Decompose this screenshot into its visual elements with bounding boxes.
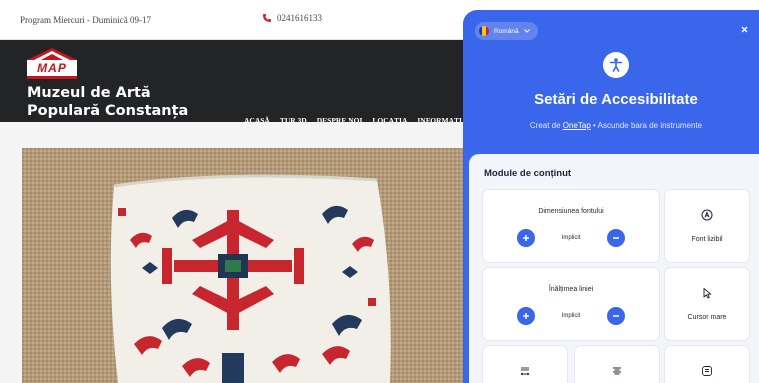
- phone-contact[interactable]: 0241616133: [262, 13, 322, 23]
- logo-underline: [27, 76, 77, 79]
- font-size-value: Implicit: [561, 235, 581, 241]
- big-cursor-label: Cursor mare: [687, 314, 727, 321]
- line-height-value: Implicit: [561, 313, 581, 319]
- phone-icon: [263, 14, 271, 22]
- opening-hours: Program Miercuri - Duminică 09-17: [20, 15, 151, 25]
- site-name[interactable]: Muzeul de Artă Populară Constanța: [27, 84, 188, 120]
- letter-spacing-card[interactable]: [483, 346, 567, 383]
- minus-icon: [612, 237, 619, 239]
- close-icon: [741, 26, 747, 32]
- panel-title: Setări de Accesibilitate: [534, 91, 698, 108]
- embroidered-pillow-photo: [22, 148, 463, 383]
- logo-text: MAP: [27, 60, 77, 76]
- readable-font-label: Font lizibil: [691, 236, 723, 243]
- logo-roof-icon: [27, 48, 77, 60]
- font-size-card: Dimensiunea fontului Implicit: [483, 190, 659, 262]
- museum-logo[interactable]: MAP: [27, 48, 77, 80]
- accessibility-badge: [603, 52, 629, 78]
- pillow-image: [22, 148, 463, 383]
- line-height-stepper: Implicit: [517, 307, 625, 325]
- subtitle-prefix: Creat de: [529, 121, 563, 130]
- panel-subtitle: Creat de OneTap • Ascunde bara de instru…: [463, 121, 759, 130]
- minus-icon: [612, 315, 619, 317]
- plus-icon: [523, 235, 529, 241]
- readable-font-card[interactable]: Font lizibil: [665, 190, 749, 262]
- font-size-increase-button[interactable]: [517, 229, 535, 247]
- text-block-icon: [700, 364, 714, 378]
- close-button[interactable]: [737, 22, 751, 36]
- phone-number: 0241616133: [277, 13, 322, 23]
- letter-spacing-icon: [518, 364, 532, 378]
- font-size-stepper: Implicit: [517, 229, 625, 247]
- romania-flag-icon: [479, 26, 489, 36]
- cursor-icon: [700, 286, 714, 300]
- align-center-icon: [610, 364, 624, 378]
- accessibility-person-icon: [609, 58, 623, 72]
- site-name-line2: Populară Constanța: [27, 103, 189, 119]
- font-size-decrease-button[interactable]: [606, 229, 625, 247]
- panel-body: Module de conținut Dimensiunea fontului …: [469, 154, 759, 383]
- line-height-card: Înălțimea liniei Implicit: [483, 268, 659, 340]
- line-height-label: Înălțimea liniei: [548, 286, 594, 293]
- hide-toolbar-link[interactable]: • Ascunde bara de instrumente: [591, 121, 702, 130]
- font-size-label: Dimensiunea fontului: [538, 208, 604, 215]
- text-magnifier-card[interactable]: [665, 346, 749, 383]
- content-modules-heading: Module de conținut: [484, 168, 572, 179]
- line-height-increase-button[interactable]: [517, 307, 535, 325]
- text-align-card[interactable]: [575, 346, 659, 383]
- line-height-decrease-button[interactable]: [606, 307, 625, 325]
- language-label: Română: [494, 27, 519, 35]
- language-selector[interactable]: Română: [475, 22, 538, 40]
- site-header: MAP Muzeul de Artă Populară Constanța AC…: [0, 40, 463, 125]
- plus-icon: [523, 313, 529, 319]
- site-name-line1: Muzeul de Artă: [27, 85, 151, 101]
- readable-font-icon: [700, 208, 714, 222]
- top-info-bar: Program Miercuri - Duminică 09-17 024161…: [0, 0, 463, 40]
- chevron-down-icon: [523, 29, 530, 33]
- big-cursor-card[interactable]: Cursor mare: [665, 268, 749, 340]
- accessibility-panel: Română Setări de Accesibilitate Creat de…: [463, 10, 759, 383]
- onetap-link[interactable]: OneTap: [563, 121, 591, 130]
